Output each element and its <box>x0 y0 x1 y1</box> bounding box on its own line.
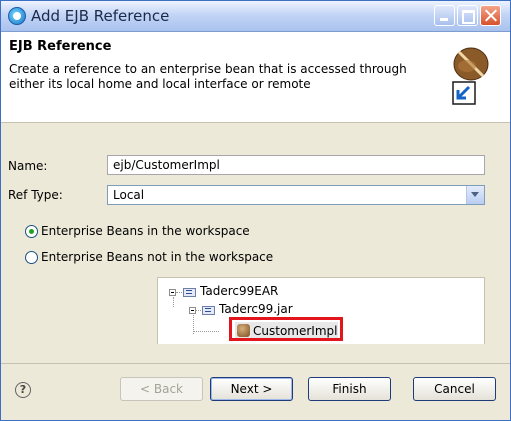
next-button[interactable]: Next > <box>210 377 293 401</box>
collapse-icon[interactable] <box>169 289 176 296</box>
footer-divider <box>1 363 510 364</box>
help-icon[interactable]: ? <box>15 382 31 398</box>
radio-in-workspace-label[interactable]: Enterprise Beans in the workspace <box>41 224 250 238</box>
close-button[interactable] <box>480 5 501 26</box>
tree-item-ear[interactable]: Taderc99EAR <box>200 284 278 298</box>
name-input[interactable]: ejb/CustomerImpl <box>107 155 485 175</box>
tree-item-jar[interactable]: Taderc99.jar <box>219 302 293 316</box>
ref-type-select[interactable]: Local <box>107 185 485 205</box>
tree-connector <box>176 292 182 293</box>
dialog-header: EJB Reference Create a reference to an e… <box>1 32 510 123</box>
back-button[interactable]: < Back <box>120 377 203 401</box>
radio-not-in-workspace-label[interactable]: Enterprise Beans not in the workspace <box>41 250 273 264</box>
ref-type-label: Ref Type: <box>8 188 63 202</box>
window-title: Add EJB Reference <box>31 7 170 25</box>
app-icon <box>8 7 26 25</box>
tree-connector <box>193 331 219 332</box>
add-ejb-reference-dialog: Add EJB Reference EJB Reference Create a… <box>0 0 511 421</box>
header-title: EJB Reference <box>9 39 112 54</box>
radio-not-in-workspace[interactable] <box>25 251 38 264</box>
cancel-button[interactable]: Cancel <box>413 377 496 401</box>
highlight-annotation <box>229 317 343 341</box>
chevron-down-icon[interactable] <box>466 186 484 204</box>
collapse-icon[interactable] <box>189 307 196 314</box>
name-label: Name: <box>8 159 48 173</box>
ear-project-icon <box>183 288 196 297</box>
minimize-button[interactable] <box>434 5 455 26</box>
tree-connector <box>173 297 174 307</box>
header-description: Create a reference to an enterprise bean… <box>9 62 407 91</box>
jar-icon <box>202 306 215 315</box>
finish-button[interactable]: Finish <box>308 377 391 401</box>
maximize-button[interactable] <box>457 5 478 26</box>
tree-connector <box>196 310 201 311</box>
ref-type-value: Local <box>113 188 145 202</box>
ejb-bean-icon <box>452 47 489 105</box>
radio-in-workspace[interactable] <box>25 225 38 238</box>
title-bar[interactable]: Add EJB Reference <box>1 1 510 32</box>
